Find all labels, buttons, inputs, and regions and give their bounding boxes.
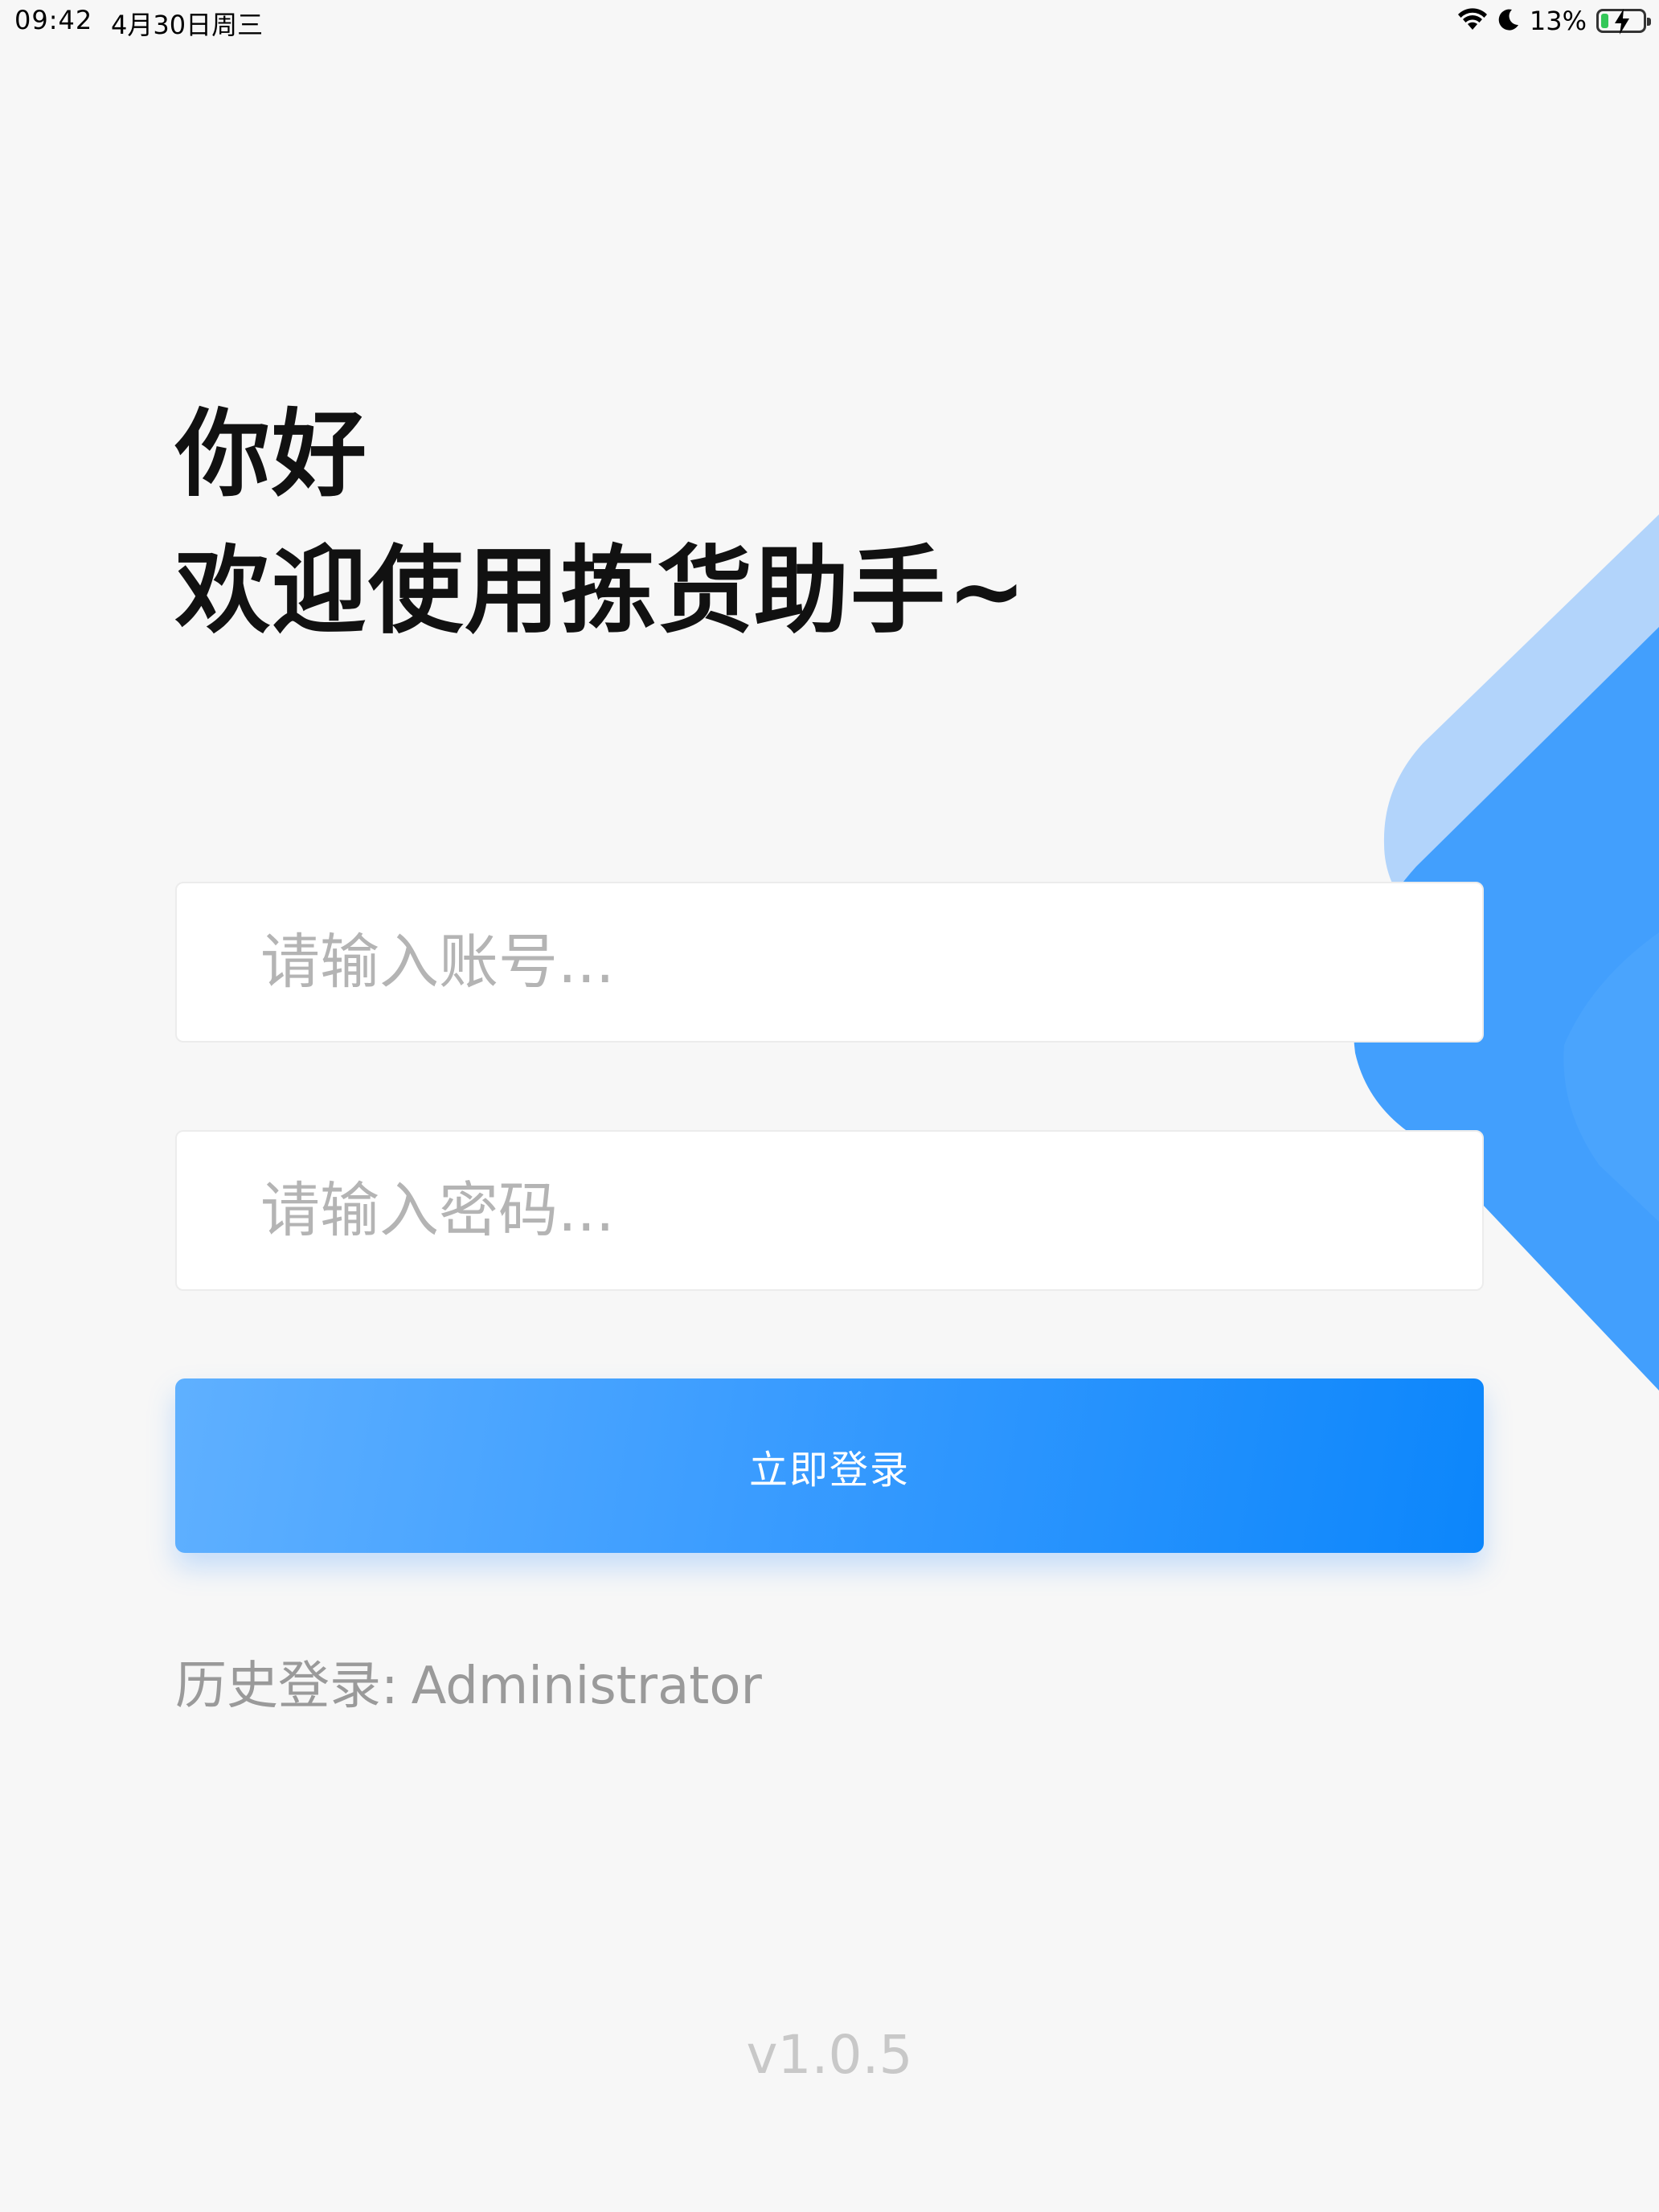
status-indicators: 13% bbox=[1457, 3, 1651, 39]
battery-level-fill bbox=[1601, 14, 1608, 28]
status-bar: 09:42 4月30日周三 13% bbox=[0, 0, 1659, 45]
password-field-container bbox=[175, 1130, 1484, 1291]
battery-cap bbox=[1647, 18, 1651, 26]
battery-charging-icon bbox=[1596, 9, 1651, 35]
battery-percentage: 13% bbox=[1529, 6, 1587, 36]
login-button[interactable]: 立即登录 bbox=[175, 1378, 1484, 1553]
status-date: 4月30日周三 bbox=[111, 10, 264, 40]
status-time: 09:42 bbox=[14, 5, 93, 35]
moon-icon bbox=[1497, 7, 1520, 35]
history-label: 历史登录: bbox=[175, 1657, 399, 1716]
history-user[interactable]: Administrator bbox=[412, 1657, 762, 1716]
history-login[interactable]: 历史登录: Administrator bbox=[175, 1645, 762, 1718]
greeting-hello: 你好 bbox=[175, 399, 369, 510]
version-label: v1.0.5 bbox=[746, 2024, 913, 2086]
greeting-welcome: 欢迎使用拣货助手~ bbox=[175, 535, 1028, 646]
account-field-container bbox=[175, 882, 1484, 1043]
wifi-icon bbox=[1457, 7, 1488, 35]
password-input[interactable] bbox=[177, 1132, 1482, 1289]
account-input[interactable] bbox=[177, 883, 1482, 1041]
charging-bolt-icon bbox=[1615, 9, 1629, 35]
